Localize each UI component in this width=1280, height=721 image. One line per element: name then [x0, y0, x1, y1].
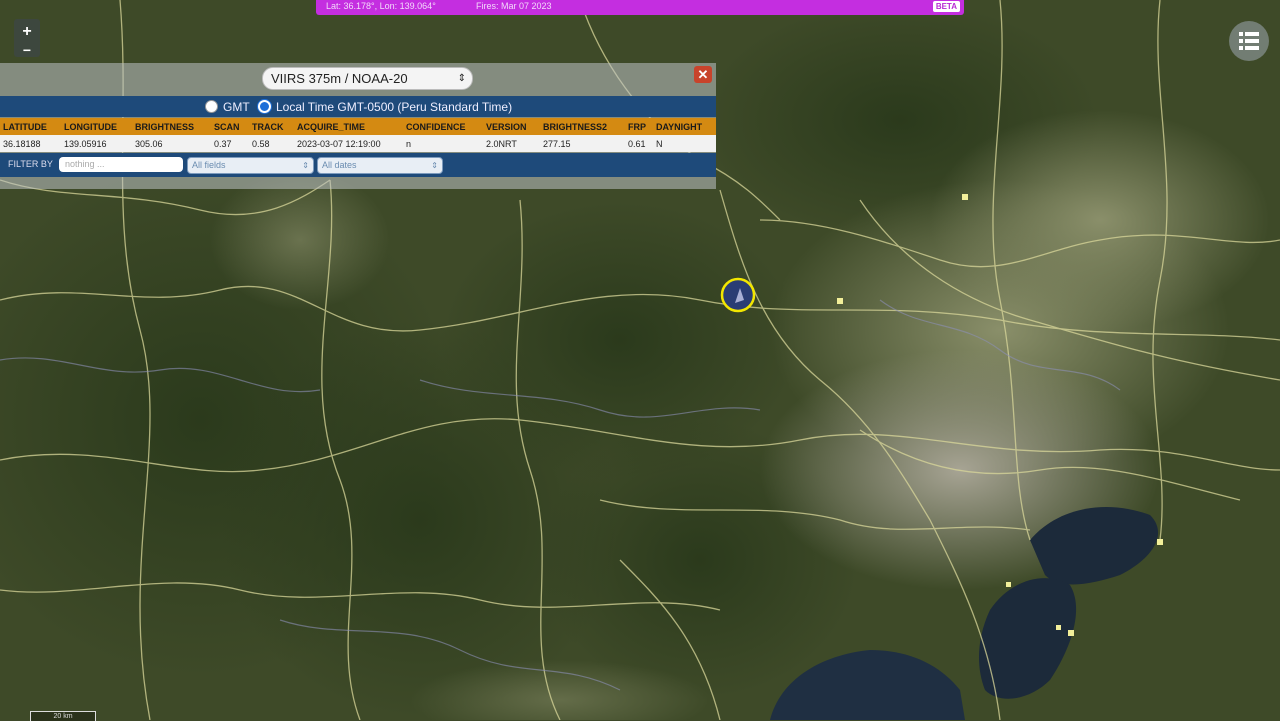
- dates-select[interactable]: All dates ⇕: [317, 157, 443, 174]
- zoom-out-button[interactable]: −: [14, 45, 40, 57]
- cursor-coordinates: Lat: 36.178°, Lon: 139.064°: [326, 1, 436, 11]
- column-header[interactable]: SCAN: [214, 122, 240, 132]
- zoom-in-button[interactable]: +: [14, 19, 40, 45]
- cell-version: 2.0NRT: [486, 139, 517, 149]
- filter-input[interactable]: nothing ...: [59, 157, 183, 172]
- select-arrows-icon: ⇕: [302, 161, 309, 170]
- beta-badge: BETA: [932, 1, 960, 12]
- filter-label: FILTER BY: [8, 159, 53, 169]
- layers-button[interactable]: [1229, 21, 1269, 61]
- fires-date: Fires: Mar 07 2023: [476, 1, 552, 11]
- layers-list-icon: [1239, 32, 1259, 50]
- column-header[interactable]: LATITUDE: [3, 122, 47, 132]
- fire-info-panel: VIIRS 375m / NOAA-20 ⇕ ✕ GMT Local Time …: [0, 63, 716, 189]
- panel-header: VIIRS 375m / NOAA-20 ⇕ ✕: [0, 63, 716, 93]
- cell-acquire-time: 2023-03-07 12:19:00: [297, 139, 381, 149]
- column-header[interactable]: BRIGHTNESS: [135, 122, 194, 132]
- gmt-label: GMT: [223, 100, 250, 114]
- fields-select[interactable]: All fields ⇕: [187, 157, 314, 174]
- table-row[interactable]: 36.18188 139.05916 305.06 0.37 0.58 2023…: [0, 135, 716, 152]
- cell-longitude: 139.05916: [64, 139, 107, 149]
- local-time-label: Local Time GMT-0500 (Peru Standard Time): [276, 100, 513, 114]
- fields-select-value: All fields: [192, 160, 226, 170]
- select-arrows-icon: ⇕: [457, 73, 466, 84]
- cell-track: 0.58: [252, 139, 270, 149]
- layer-select[interactable]: VIIRS 375m / NOAA-20 ⇕: [262, 67, 473, 90]
- local-time-radio[interactable]: [258, 100, 271, 113]
- time-mode-bar: GMT Local Time GMT-0500 (Peru Standard T…: [0, 96, 716, 117]
- column-header[interactable]: CONFIDENCE: [406, 122, 466, 132]
- filter-bar: FILTER BY nothing ... All fields ⇕ All d…: [0, 153, 716, 177]
- cell-daynight: N: [656, 139, 663, 149]
- cell-latitude: 36.18188: [3, 139, 41, 149]
- cell-confidence: n: [406, 139, 412, 149]
- gmt-radio[interactable]: [205, 100, 218, 113]
- zoom-control: + −: [14, 19, 40, 57]
- select-arrows-icon: ⇕: [431, 161, 438, 170]
- cell-brightness2: 277.15: [543, 139, 571, 149]
- cell-brightness: 305.06: [135, 139, 163, 149]
- selected-fire-marker[interactable]: [720, 277, 756, 313]
- column-header[interactable]: DAYNIGHT: [656, 122, 702, 132]
- column-header[interactable]: ACQUIRE_TIME: [297, 122, 365, 132]
- status-bar: Lat: 36.178°, Lon: 139.064° Fires: Mar 0…: [316, 0, 964, 15]
- column-header[interactable]: BRIGHTNESS2: [543, 122, 607, 132]
- cell-scan: 0.37: [214, 139, 232, 149]
- layer-select-value: VIIRS 375m / NOAA-20: [271, 71, 408, 86]
- column-header[interactable]: TRACK: [252, 122, 284, 132]
- dates-select-value: All dates: [322, 160, 357, 170]
- filter-placeholder: nothing ...: [65, 159, 105, 169]
- column-header[interactable]: FRP: [628, 122, 646, 132]
- column-header[interactable]: LONGITUDE: [64, 122, 117, 132]
- close-button[interactable]: ✕: [694, 66, 712, 83]
- table-header: LATITUDE LONGITUDE BRIGHTNESS SCAN TRACK…: [0, 118, 716, 135]
- column-header[interactable]: VERSION: [486, 122, 527, 132]
- cell-frp: 0.61: [628, 139, 646, 149]
